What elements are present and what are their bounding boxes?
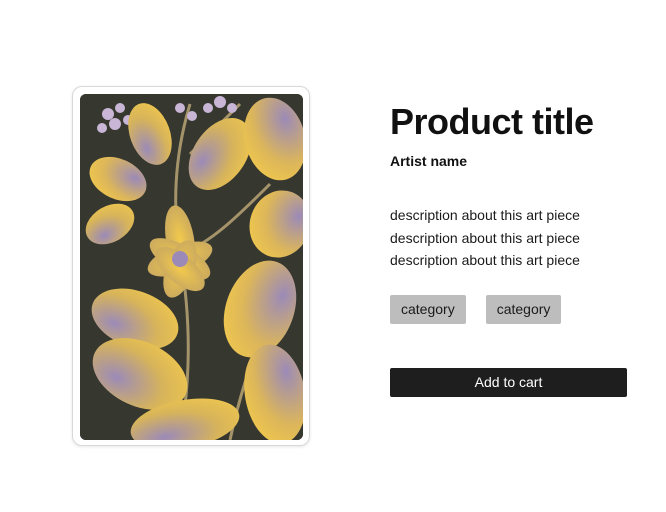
- product-title: Product title: [390, 101, 594, 142]
- add-to-cart-button[interactable]: Add to cart: [390, 368, 627, 397]
- artwork-card: [72, 86, 310, 446]
- artwork-image: [80, 94, 303, 440]
- description-line: description about this art piece: [390, 252, 580, 268]
- artist-name: Artist name: [390, 153, 468, 169]
- product-description: description about this art piece descrip…: [390, 204, 640, 272]
- category-tag[interactable]: category: [390, 294, 466, 324]
- category-tag[interactable]: category: [485, 294, 562, 324]
- description-line: description about this art piece: [390, 229, 580, 246]
- product-details: Product title Artist name description ab…: [390, 100, 640, 324]
- description-line: description about this art piece: [390, 207, 580, 223]
- product-page: Product title Artist name description ab…: [0, 0, 666, 512]
- category-list: category category: [390, 294, 640, 324]
